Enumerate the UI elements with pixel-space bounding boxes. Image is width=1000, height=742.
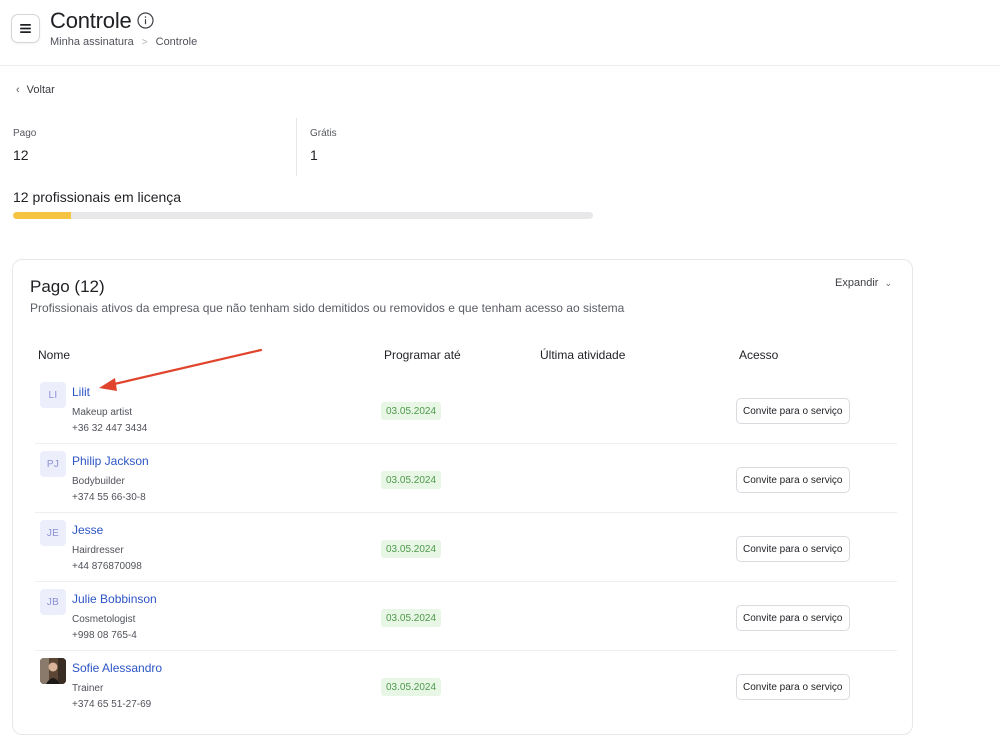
page-title: Controle	[50, 8, 132, 33]
table-row: JB Julie Bobbinson Cosmetologist +998 08…	[35, 582, 897, 651]
avatar: JB	[40, 589, 66, 615]
professional-phone: +36 32 447 3434	[72, 423, 148, 434]
professional-role: Bodybuilder	[72, 476, 125, 487]
table-row: PJ Philip Jackson Bodybuilder +374 55 66…	[35, 444, 897, 513]
column-header-last-activity[interactable]: Última atividade	[540, 348, 625, 362]
schedule-date-badge: 03.05.2024	[381, 678, 442, 696]
avatar: JE	[40, 520, 66, 546]
column-header-schedule[interactable]: Programar até	[384, 348, 461, 362]
stat-divider	[296, 118, 297, 176]
schedule-date-badge: 03.05.2024	[381, 402, 442, 420]
license-progress-fill	[13, 212, 71, 219]
chevron-down-icon: ⌄	[884, 277, 892, 288]
breadcrumb-separator-icon: >	[141, 36, 148, 48]
card-title: Pago (12)	[30, 277, 105, 296]
license-progress-bar	[13, 212, 593, 219]
table-row: Sofie Alessandro Trainer +374 65 51-27-6…	[35, 651, 897, 720]
back-label: Voltar	[26, 84, 55, 96]
schedule-date-badge: 03.05.2024	[381, 540, 442, 558]
top-bar: Controle Minha assinatura > Controle	[0, 0, 1000, 66]
license-count: 12 profissionais em licença	[13, 189, 182, 205]
table-row: LI Lilit Makeup artist +36 32 447 3434 0…	[35, 375, 897, 444]
expand-button[interactable]: Expandir ⌄	[835, 277, 892, 289]
breadcrumb-item[interactable]: Minha assinatura	[50, 36, 134, 48]
stat-label: Grátis	[310, 128, 337, 139]
back-link[interactable]: ‹ Voltar	[16, 84, 55, 96]
stat-label: Pago	[13, 128, 37, 139]
professional-phone: +44 876870098	[72, 561, 142, 572]
professional-phone: +374 55 66-30-8	[72, 492, 146, 503]
table-row: JE Jesse Hairdresser +44 876870098 03.05…	[35, 513, 897, 582]
paid-professionals-card: Pago (12) Profissionais ativos da empres…	[12, 259, 913, 735]
hamburger-icon	[20, 24, 31, 33]
breadcrumb-item-current: Controle	[155, 36, 198, 48]
schedule-date-badge: 03.05.2024	[381, 609, 442, 627]
expand-label: Expandir	[835, 277, 879, 289]
stat-paid: Pago 12	[13, 128, 36, 163]
avatar-photo	[40, 658, 66, 684]
invite-button[interactable]: Convite para o serviço	[736, 536, 850, 562]
breadcrumb: Minha assinatura > Controle	[50, 36, 197, 48]
professional-name-link[interactable]: Philip Jackson	[72, 454, 149, 468]
professional-name-link[interactable]: Sofie Alessandro	[72, 661, 162, 675]
schedule-date-badge: 03.05.2024	[381, 471, 442, 489]
menu-button[interactable]	[11, 14, 40, 43]
card-description: Profissionais ativos da empresa que não …	[30, 301, 625, 315]
invite-button[interactable]: Convite para o serviço	[736, 398, 850, 424]
chevron-left-icon: ‹	[16, 84, 20, 96]
professional-name-link[interactable]: Julie Bobbinson	[72, 592, 157, 606]
profile-photo-icon	[40, 658, 66, 684]
professional-role: Cosmetologist	[72, 614, 136, 625]
professional-role: Hairdresser	[72, 545, 124, 556]
avatar: LI	[40, 382, 66, 408]
professional-phone: +374 65 51-27-69	[72, 699, 152, 710]
professional-name-link[interactable]: Lilit	[72, 385, 90, 399]
invite-button[interactable]: Convite para o serviço	[736, 605, 850, 631]
stat-free: Grátis 1	[310, 128, 337, 163]
professional-name-link[interactable]: Jesse	[72, 523, 103, 537]
professional-role: Trainer	[72, 683, 104, 694]
column-header-name[interactable]: Nome	[38, 348, 70, 362]
invite-button[interactable]: Convite para o serviço	[736, 467, 850, 493]
invite-button[interactable]: Convite para o serviço	[736, 674, 850, 700]
stat-value: 12	[13, 147, 29, 163]
info-circle-icon[interactable]	[137, 12, 154, 29]
column-header-access[interactable]: Acesso	[739, 348, 778, 362]
stat-value: 1	[310, 147, 318, 163]
professional-phone: +998 08 765-4	[72, 630, 137, 641]
avatar: PJ	[40, 451, 66, 477]
professional-role: Makeup artist	[72, 407, 133, 418]
